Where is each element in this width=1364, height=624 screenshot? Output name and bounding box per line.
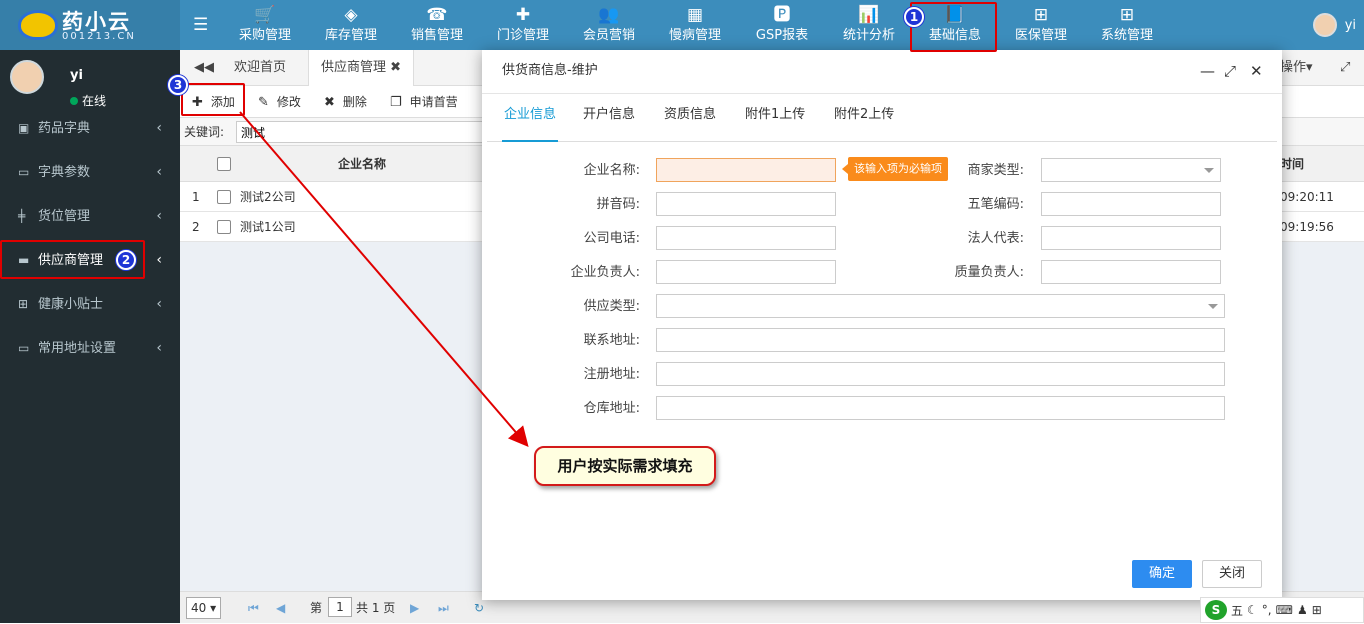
callout-note: 用户按实际需求填充 [534,446,716,486]
sogou-icon: S [1205,600,1227,620]
punctuation-icon: °, [1261,603,1272,617]
keyboard-icon: ⌨ [1275,603,1293,617]
ime-mode: 五 [1231,603,1244,618]
user-icon: ♟ [1296,603,1308,617]
annotation-arrow [239,111,529,448]
grid-icon: ⊞ [1311,603,1322,617]
moon-icon: ☾ [1247,603,1258,617]
ime-toolbar[interactable]: S 五 ☾ °, ⌨ ♟ ⊞ [1200,597,1364,623]
